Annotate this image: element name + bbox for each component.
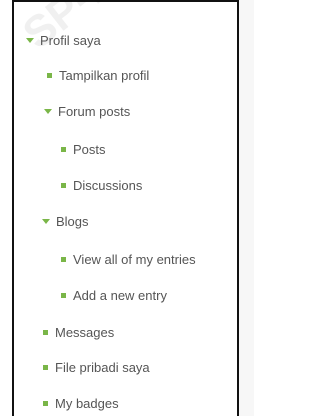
nav-item-discussions[interactable]: Discussions (61, 175, 142, 195)
bullet-icon (61, 146, 66, 152)
nav-item-forum-posts[interactable]: Forum posts (44, 101, 130, 121)
page-background (239, 0, 254, 416)
bullet-icon (43, 400, 48, 406)
bullet-icon (61, 256, 66, 262)
nav-item-label: Posts (73, 141, 106, 157)
nav-item-add-entry[interactable]: Add a new entry (61, 285, 167, 305)
bullet-icon (61, 182, 66, 188)
nav-item-blogs[interactable]: Blogs (42, 211, 89, 231)
nav-item-private-files[interactable]: File pribadi saya (43, 357, 150, 377)
bullet-icon (43, 329, 48, 335)
nav-item-label: Profil saya (40, 32, 101, 48)
nav-item-profile[interactable]: Profil saya (26, 30, 101, 50)
nav-item-label: File pribadi saya (55, 359, 150, 375)
nav-item-posts[interactable]: Posts (61, 139, 106, 159)
nav-item-label: Forum posts (58, 103, 131, 119)
nav-item-label: View all of my entries (73, 251, 196, 267)
navigation-panel: SP-PK Profil saya Tampilkan profil Forum… (12, 0, 239, 416)
bullet-icon (43, 364, 48, 370)
nav-item-view-profile[interactable]: Tampilkan profil (47, 65, 149, 85)
bullet-icon (61, 292, 66, 298)
nav-item-label: Blogs (56, 213, 89, 229)
nav-item-label: My badges (55, 395, 119, 411)
expand-arrow-icon[interactable] (44, 108, 52, 114)
nav-item-label: Add a new entry (73, 287, 167, 303)
nav-item-label: Tampilkan profil (59, 67, 150, 83)
expand-arrow-icon[interactable] (42, 218, 50, 224)
bullet-icon (47, 72, 52, 78)
nav-item-view-entries[interactable]: View all of my entries (61, 249, 196, 269)
nav-item-label: Messages (55, 324, 115, 340)
nav-item-messages[interactable]: Messages (43, 322, 114, 342)
nav-item-badges[interactable]: My badges (43, 393, 119, 413)
nav-item-label: Discussions (73, 177, 143, 193)
expand-arrow-icon[interactable] (26, 37, 34, 43)
